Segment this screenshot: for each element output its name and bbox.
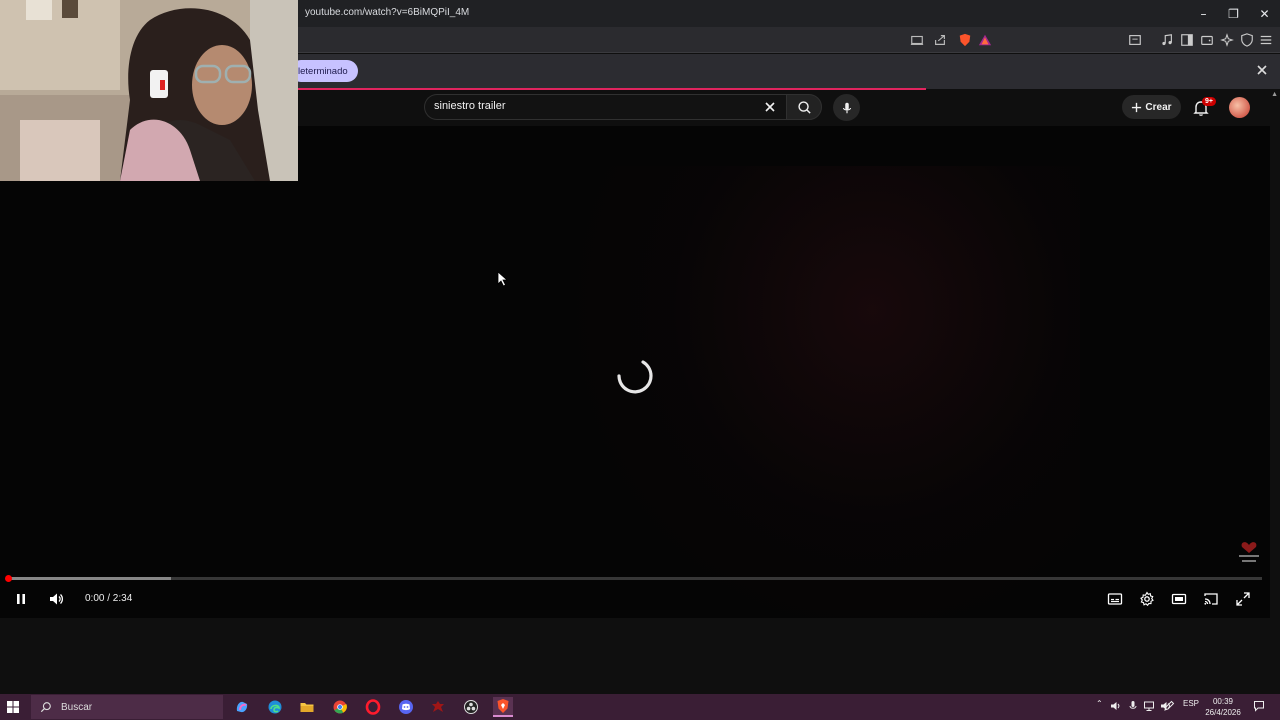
chrome-icon[interactable] — [330, 697, 350, 717]
scrubber-handle[interactable] — [5, 575, 12, 582]
restore-button[interactable]: ❐ — [1218, 0, 1249, 27]
theater-mode-button[interactable] — [1169, 590, 1189, 608]
mute-button[interactable] — [46, 590, 66, 608]
fullscreen-icon — [1236, 592, 1250, 606]
theater-icon — [1171, 593, 1187, 605]
pause-icon — [17, 594, 25, 604]
brave-shields-icon[interactable] — [957, 32, 973, 48]
create-label: Crear — [1145, 101, 1172, 113]
buffered-progress — [8, 577, 171, 580]
clock-time: 00:39 — [1212, 697, 1234, 706]
notification-action-button[interactable]: leterminado — [290, 60, 358, 82]
sidebar-icon[interactable] — [1179, 32, 1195, 48]
minimize-button[interactable]: – — [1188, 0, 1219, 27]
brave-icon[interactable] — [493, 697, 513, 717]
game-icon[interactable] — [428, 697, 448, 717]
mouse-cursor-icon — [497, 271, 509, 287]
network-icon[interactable] — [1143, 700, 1155, 712]
language-indicator[interactable]: ESP — [1183, 699, 1199, 708]
scroll-up-arrow[interactable]: ▲ — [1271, 91, 1278, 98]
vpn-icon[interactable] — [1239, 32, 1255, 48]
install-app-icon[interactable] — [909, 32, 925, 48]
brave-rewards-icon[interactable] — [977, 32, 993, 48]
close-window-button[interactable]: ✕ — [1249, 0, 1280, 27]
pen-icon[interactable] — [1163, 700, 1175, 712]
pause-button[interactable] — [11, 590, 31, 608]
show-hidden-icons[interactable]: ⌃ — [1096, 699, 1103, 708]
progress-bar[interactable] — [8, 577, 1262, 580]
taskbar-search-placeholder: Buscar — [61, 701, 93, 713]
subtitles-button[interactable] — [1105, 590, 1125, 608]
address-bar-url[interactable]: youtube.com/watch?v=6BiMQPiI_4M — [305, 7, 469, 18]
settings-button[interactable] — [1137, 590, 1157, 608]
discord-icon[interactable] — [396, 697, 416, 717]
search-icon — [797, 100, 811, 114]
search-query-text: siniestro trailer — [434, 100, 506, 112]
obs-icon[interactable] — [461, 697, 481, 717]
screen: – ❐ ✕ youtube.com/watch?v=6BiMQPiI_4M le… — [0, 0, 1280, 720]
speaker-icon[interactable] — [1110, 700, 1122, 712]
cast-button[interactable] — [1201, 590, 1221, 608]
media-icon[interactable] — [1159, 32, 1175, 48]
reader-mode-icon[interactable] — [1127, 32, 1143, 48]
plus-icon — [1132, 102, 1142, 112]
fullscreen-button[interactable] — [1233, 590, 1253, 608]
create-button[interactable]: Crear — [1122, 95, 1181, 119]
search-icon — [40, 702, 51, 713]
voice-search-button[interactable] — [833, 94, 860, 121]
share-icon[interactable] — [932, 32, 948, 48]
mic-icon[interactable] — [1127, 700, 1139, 712]
webcam-overlay — [0, 0, 298, 181]
channel-watermark-icon[interactable] — [1236, 536, 1262, 566]
taskbar-search-input[interactable]: Buscar — [31, 695, 223, 719]
file-explorer-icon[interactable] — [297, 697, 317, 717]
windows-start-icon[interactable] — [5, 699, 21, 715]
notification-center-icon[interactable] — [1253, 700, 1265, 712]
settings-icon — [1140, 591, 1154, 607]
cast-icon — [1204, 593, 1218, 605]
wallet-icon[interactable] — [1199, 32, 1215, 48]
volume-icon — [50, 593, 64, 605]
loading-spinner — [617, 360, 653, 394]
notification-badge: 9+ — [1202, 97, 1216, 106]
mic-icon — [842, 102, 851, 113]
taskbar-clock[interactable]: 00:39 26/4/2026 — [1200, 696, 1246, 718]
close-icon[interactable] — [1256, 63, 1268, 75]
time-display: 0:00 / 2:34 — [85, 593, 133, 604]
menu-icon[interactable] — [1258, 32, 1274, 48]
clear-search-icon[interactable] — [763, 100, 777, 114]
page-below-player — [0, 618, 1280, 694]
copilot-icon[interactable] — [232, 697, 252, 717]
leo-ai-icon[interactable] — [1219, 32, 1235, 48]
search-button[interactable] — [786, 94, 822, 120]
edge-icon[interactable] — [265, 697, 285, 717]
subtitles-icon — [1107, 593, 1123, 605]
clock-date: 26/4/2026 — [1205, 708, 1241, 717]
opera-icon[interactable] — [363, 697, 383, 717]
avatar[interactable] — [1229, 97, 1250, 118]
